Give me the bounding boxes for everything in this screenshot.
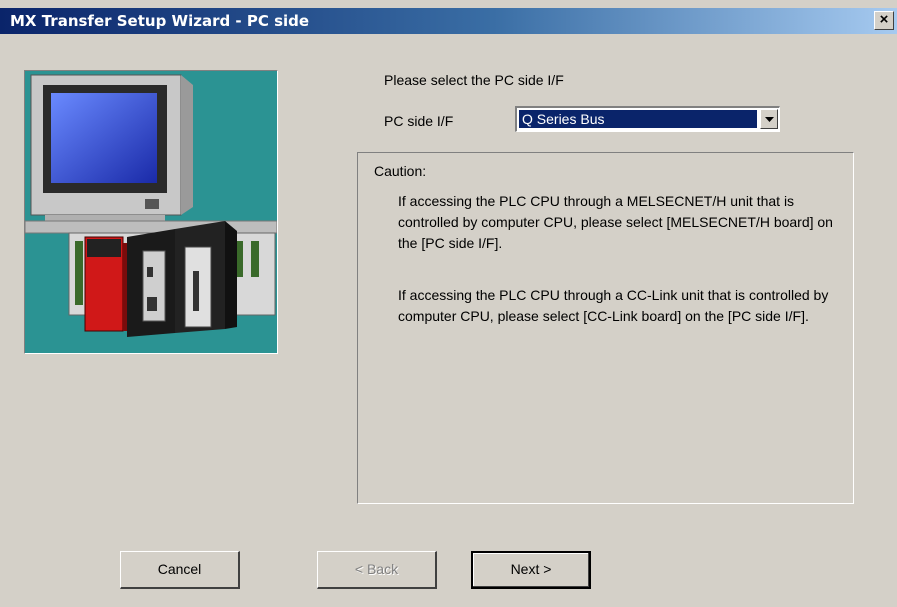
next-button[interactable]: Next > [471,551,591,589]
pc-plc-illustration [24,70,278,354]
caution-paragraph-melsecnet: If accessing the PLC CPU through a MELSE… [398,193,833,251]
close-icon: × [879,11,889,28]
caution-group: Caution: If accessing the PLC CPU throug… [357,152,854,504]
window-title: MX Transfer Setup Wizard - PC side [10,12,310,30]
caution-paragraph-cclink: If accessing the PLC CPU through a CC-Li… [398,287,829,324]
close-button[interactable]: × [874,11,894,30]
wizard-window: MX Transfer Setup Wizard - PC side × Ple… [0,0,897,607]
pc-side-if-label: PC side I/F [384,113,454,129]
caution-title: Caution: [374,163,427,179]
dropdown-arrow-button[interactable] [760,109,778,129]
selected-if-value[interactable]: Q Series Bus [518,109,758,129]
select-prompt: Please select the PC side I/F [384,72,564,88]
dropdown-arrow-icon [765,117,774,122]
computer-and-plc-image [25,74,277,337]
back-button: < Back [317,551,437,589]
title-bar[interactable]: MX Transfer Setup Wizard - PC side × [0,8,897,34]
pc-side-if-select[interactable]: Q Series Bus [515,106,780,132]
cancel-button[interactable]: Cancel [120,551,240,589]
